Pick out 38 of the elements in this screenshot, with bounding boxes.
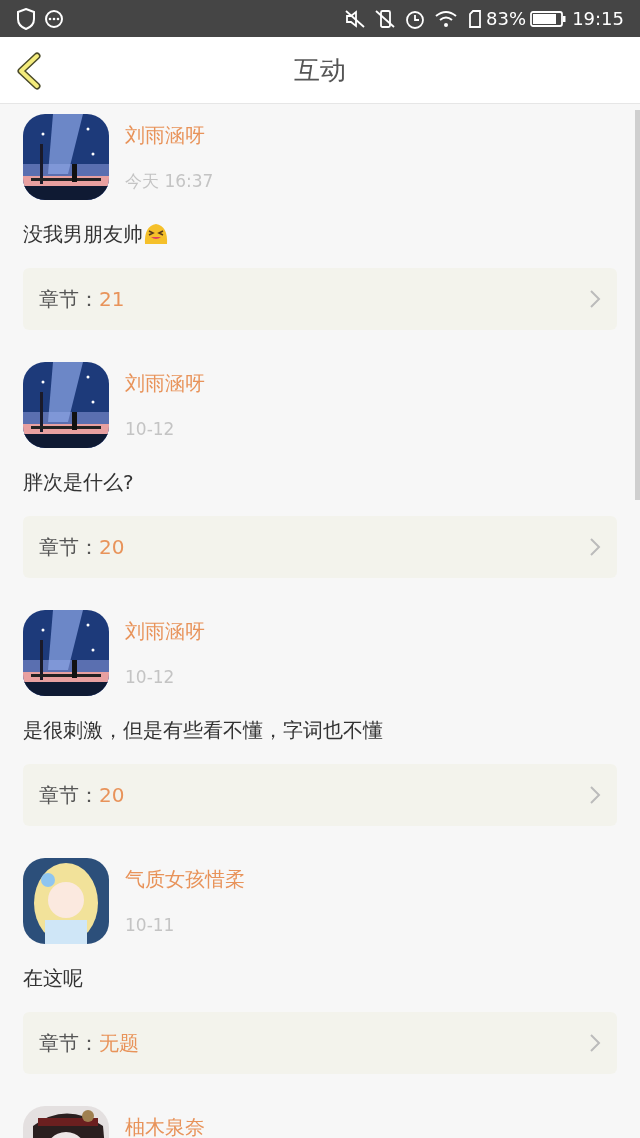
chapter-number: 20 [99, 534, 125, 561]
chapter-number: 无题 [99, 1030, 139, 1057]
user-name[interactable]: 刘雨涵呀 [125, 370, 205, 396]
user-name[interactable]: 刘雨涵呀 [125, 618, 205, 644]
no-vibrate-icon [374, 8, 397, 29]
user-name[interactable]: 刘雨涵呀 [125, 122, 214, 148]
chapter-label: 章节： [39, 782, 99, 809]
chapter-number: 20 [99, 782, 125, 809]
chapter-label: 章节： [39, 286, 99, 313]
chapter-row[interactable]: 章节：无题 [23, 1012, 617, 1074]
chapter-number: 21 [99, 286, 125, 313]
user-name[interactable]: 柚木泉奈 [125, 1114, 205, 1138]
battery-percent: 83% [486, 7, 527, 31]
chapter-label: 章节： [39, 534, 99, 561]
chevron-right-icon [589, 537, 601, 557]
clock: 19:15 [572, 7, 624, 31]
page-title: 互动 [294, 53, 346, 87]
chevron-right-icon [589, 785, 601, 805]
chapter-row[interactable]: 章节：21 [23, 268, 617, 330]
chapter-row[interactable]: 章节：20 [23, 516, 617, 578]
chapter-row[interactable]: 章节：20 [23, 764, 617, 826]
back-button[interactable] [14, 51, 44, 91]
wifi-icon [434, 8, 459, 29]
comment-text: 没我男朋友帅 [23, 221, 143, 248]
more-icon [44, 8, 64, 29]
back-icon [16, 52, 42, 90]
comment-text: 胖次是什么? [23, 469, 134, 496]
sim-icon [468, 8, 483, 29]
battery-icon [530, 9, 567, 28]
chevron-right-icon [589, 1033, 601, 1053]
shield-icon [16, 7, 36, 30]
comment-text: 是很刺激，但是有些看不懂，字词也不懂 [23, 717, 383, 744]
mute-icon [344, 8, 367, 29]
tongue-face-icon [143, 222, 169, 246]
user-name[interactable]: 气质女孩惜柔 [125, 866, 245, 892]
chevron-right-icon [589, 289, 601, 309]
comment-text: 在这呢 [23, 965, 83, 992]
chapter-label: 章节： [39, 1030, 99, 1057]
